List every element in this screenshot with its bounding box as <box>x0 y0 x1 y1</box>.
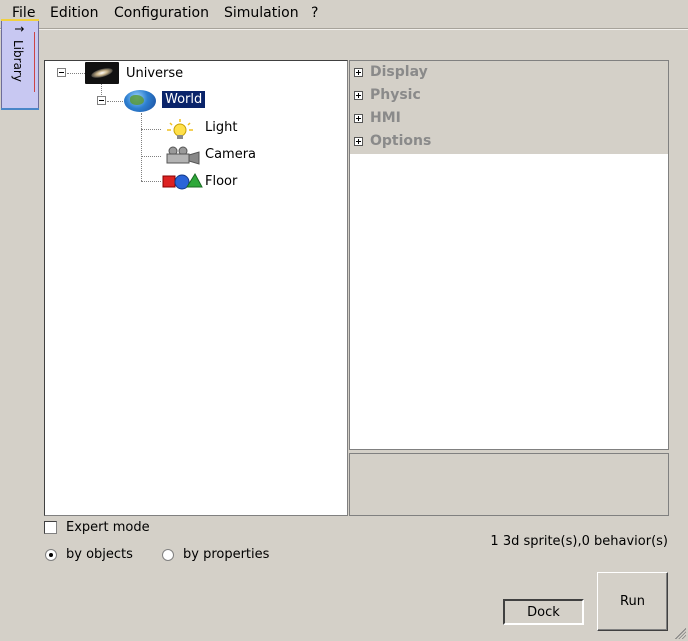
galaxy-icon <box>85 62 119 84</box>
description-panel <box>349 453 669 516</box>
properties-panel: Display Physic HMI Options <box>349 60 669 450</box>
section-options[interactable]: Options <box>354 130 431 152</box>
scene-tree[interactable]: Universe World Light Camera Floor <box>44 60 348 516</box>
tree-node-floor[interactable]: Floor <box>205 174 237 189</box>
shapes-icon <box>162 172 203 190</box>
expand-icon[interactable] <box>354 113 363 123</box>
tree-connector <box>141 113 142 181</box>
expand-icon[interactable] <box>354 67 363 77</box>
tree-connector <box>141 156 161 157</box>
section-physic[interactable]: Physic <box>354 84 421 106</box>
lightbulb-icon <box>167 119 193 139</box>
library-arrow-icon: ↑ <box>12 24 26 35</box>
tree-node-world[interactable]: World <box>162 91 206 108</box>
section-physic-label: Physic <box>370 87 421 103</box>
menu-bar: File Edition Configuration Simulation ? <box>0 0 688 28</box>
menu-simulation[interactable]: Simulation <box>224 5 299 21</box>
globe-icon <box>124 90 156 112</box>
expand-icon[interactable] <box>354 136 363 146</box>
resize-grip-icon[interactable] <box>675 628 686 639</box>
tree-connector <box>107 101 123 102</box>
library-tab-label: Library <box>11 40 25 82</box>
universe-collapse-icon[interactable] <box>57 68 66 77</box>
tree-node-light[interactable]: Light <box>205 120 237 135</box>
expert-mode-checkbox[interactable] <box>44 521 57 534</box>
section-options-label: Options <box>370 133 432 149</box>
expand-icon[interactable] <box>354 90 363 100</box>
status-text: 1 3d sprite(s),0 behavior(s) <box>490 534 668 549</box>
radio-by-objects-label: by objects <box>66 547 133 562</box>
radio-by-objects[interactable] <box>45 549 57 561</box>
dock-button[interactable]: Dock <box>503 599 584 625</box>
tree-connector <box>67 73 85 74</box>
library-tab-accent <box>34 32 35 92</box>
radio-by-properties[interactable] <box>162 549 174 561</box>
menu-configuration[interactable]: Configuration <box>114 5 209 21</box>
expert-mode-label: Expert mode <box>66 520 150 535</box>
world-collapse-icon[interactable] <box>97 96 106 105</box>
menu-edition[interactable]: Edition <box>50 5 98 21</box>
run-button[interactable]: Run <box>597 572 668 631</box>
camera-icon <box>166 146 200 165</box>
section-display[interactable]: Display <box>354 61 428 83</box>
tree-node-universe[interactable]: Universe <box>126 66 183 81</box>
section-display-label: Display <box>370 64 428 80</box>
menubar-divider-highlight <box>0 29 688 30</box>
menu-help[interactable]: ? <box>311 5 318 21</box>
tree-node-camera[interactable]: Camera <box>205 147 256 162</box>
properties-header: Display Physic HMI Options <box>350 61 668 154</box>
tree-connector <box>141 181 161 182</box>
tree-connector <box>141 129 161 130</box>
section-hmi-label: HMI <box>370 110 401 126</box>
library-tab[interactable]: ↑ Library <box>1 19 39 110</box>
radio-by-properties-label: by properties <box>183 547 270 562</box>
section-hmi[interactable]: HMI <box>354 107 401 129</box>
